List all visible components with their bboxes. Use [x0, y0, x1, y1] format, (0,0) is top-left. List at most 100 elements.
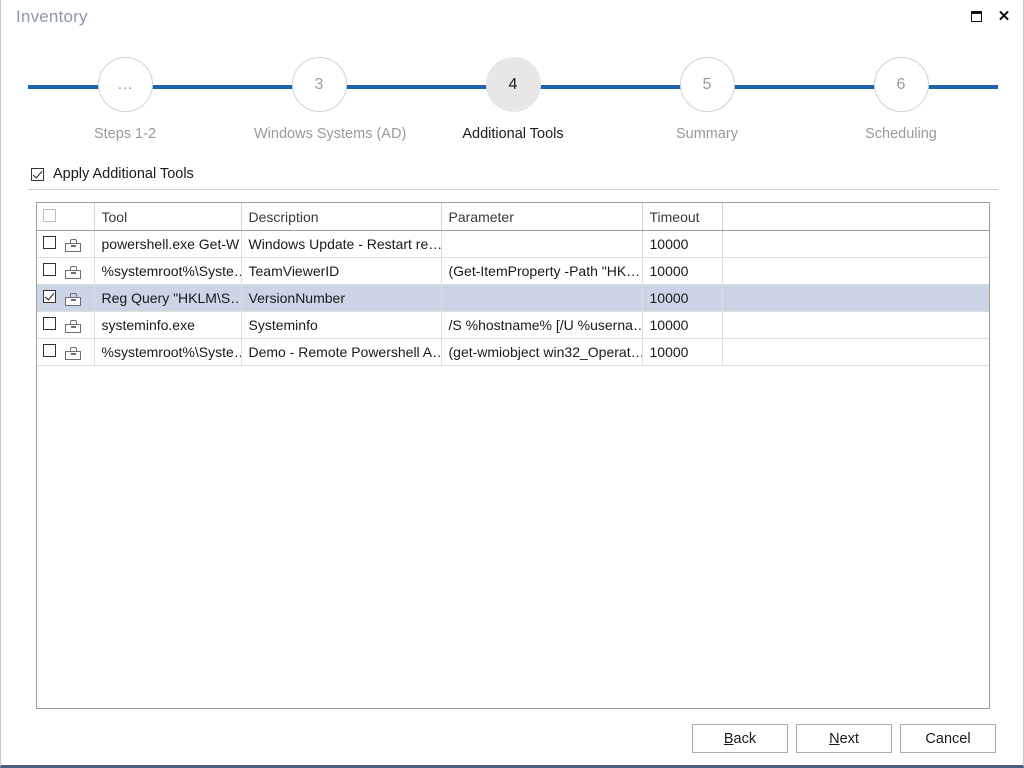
stepper-step-circle-2: 3 [291, 57, 347, 112]
toolbox-icon [63, 230, 95, 258]
apply-additional-tools-checkbox[interactable] [31, 167, 44, 181]
cell-tool: systeminfo.exe [94, 311, 242, 339]
accelerator-char: B [723, 730, 734, 747]
stepper-step-3[interactable]: 4 Additional Tools [448, 57, 578, 142]
cell-parameter [441, 230, 643, 258]
cell-filler [722, 338, 989, 366]
toolbox-glyph [65, 346, 81, 360]
cell-description: Demo - Remote Powershell A… [241, 338, 442, 366]
stepper-step-circle-4: 5 [679, 57, 735, 112]
apply-additional-tools-row[interactable]: Apply Additional Tools [31, 165, 194, 183]
cell-tool: Reg Query "HKLM\S… [94, 284, 242, 312]
toolbox-body [65, 350, 81, 360]
cell-filler [722, 311, 989, 339]
tools-grid-body: powershell.exe Get-W… Windows Update - Re… [37, 230, 989, 366]
tools-grid-header: Tool Description Parameter Timeout [37, 203, 989, 231]
stepper-step-label-3: Additional Tools [462, 126, 564, 142]
table-row[interactable]: Reg Query "HKLM\S… VersionNumber 10000 [37, 284, 989, 312]
toolbox-body [65, 242, 81, 252]
cell-parameter: (Get-ItemProperty -Path "HK… [441, 257, 643, 285]
column-header-parameter[interactable]: Parameter [441, 203, 643, 231]
row-checkbox[interactable] [43, 263, 56, 276]
column-header-filler [722, 203, 989, 231]
toolbox-glyph [65, 319, 81, 333]
cell-tool: powershell.exe Get-W… [94, 230, 242, 258]
column-header-tool[interactable]: Tool [94, 203, 242, 231]
stepper-step-4[interactable]: 5 Summary [642, 57, 772, 142]
cell-timeout: 10000 [642, 338, 723, 366]
toolbox-glyph [65, 292, 81, 306]
back-button[interactable]: Back [692, 724, 788, 753]
table-row[interactable]: %systemroot%\Syste… Demo - Remote Powersh… [37, 338, 989, 366]
maximize-icon[interactable] [965, 5, 987, 27]
row-select-cell[interactable] [37, 311, 63, 339]
cell-filler [722, 257, 989, 285]
stepper-step-2[interactable]: 3 Windows Systems (AD) [254, 57, 407, 142]
row-select-cell[interactable] [37, 284, 63, 312]
accelerator-char: N [829, 730, 840, 747]
cell-tool: %systemroot%\Syste… [94, 338, 242, 366]
additional-tools-table: Tool Description Parameter Timeout power… [36, 202, 990, 709]
cancel-button[interactable]: Cancel [900, 724, 996, 753]
select-all-checkbox[interactable] [43, 208, 56, 222]
stepper-step-label-4: Summary [675, 126, 739, 142]
cell-timeout: 10000 [642, 257, 723, 285]
table-row[interactable]: %systemroot%\Syste… TeamViewerID (Get-Item… [37, 257, 989, 285]
cell-tool: %systemroot%\Syste… [94, 257, 242, 285]
cell-parameter: (get-wmiobject win32_Operat… [441, 338, 643, 366]
cell-description: TeamViewerID [241, 257, 442, 285]
apply-additional-tools-label: Apply Additional Tools [53, 166, 194, 182]
toolbox-glyph [65, 265, 81, 279]
row-select-cell[interactable] [37, 230, 63, 258]
cell-filler [722, 230, 989, 258]
row-checkbox[interactable] [43, 236, 56, 249]
stepper-step-label-2: Windows Systems (AD) [254, 126, 407, 142]
stepper-step-label-1: Steps 1-2 [93, 126, 157, 142]
inventory-wizard-window: Inventory ✕ … Steps 1-2 3 Windows Systems (… [0, 0, 1024, 768]
toolbox-body [65, 269, 81, 279]
toolbox-glyph [65, 238, 81, 252]
toolbox-icon [63, 284, 95, 312]
cell-parameter: /S %hostname% [/U %userna… [441, 311, 643, 339]
stepper-step-5[interactable]: 6 Scheduling [836, 57, 966, 142]
stepper-step-label-5: Scheduling [865, 126, 937, 142]
tools-grid: Tool Description Parameter Timeout power… [37, 203, 989, 366]
cell-description: Systeminfo [241, 311, 442, 339]
table-row[interactable]: powershell.exe Get-W… Windows Update - Re… [37, 230, 989, 258]
row-checkbox[interactable] [43, 344, 56, 357]
section-divider [28, 189, 998, 190]
cell-timeout: 10000 [642, 311, 723, 339]
cell-timeout: 10000 [642, 284, 723, 312]
dialog-footer: Back Next Cancel [1, 724, 1023, 756]
stepper-step-circle-3: 4 [485, 57, 541, 112]
stepper-step-circle-5: 6 [873, 57, 929, 112]
cell-parameter [441, 284, 643, 312]
toolbox-icon [63, 257, 95, 285]
table-row[interactable]: systeminfo.exe Systeminfo/S %hostname% [/… [37, 311, 989, 339]
wizard-stepper: … Steps 1-2 3 Windows Systems (AD) 4 Addition… [28, 57, 998, 147]
row-select-cell[interactable] [37, 257, 63, 285]
column-header-description[interactable]: Description [241, 203, 442, 231]
stepper-step-circle-1: … [97, 57, 153, 112]
row-checkbox[interactable] [43, 317, 56, 330]
maximize-glyph [970, 10, 982, 22]
header-select-all-cell[interactable] [37, 203, 63, 231]
next-button[interactable]: Next [796, 724, 892, 753]
row-select-cell[interactable] [37, 338, 63, 366]
header-row: Tool Description Parameter Timeout [37, 203, 989, 231]
close-icon[interactable]: ✕ [993, 5, 1015, 27]
cell-description: Windows Update - Restart re… [241, 230, 442, 258]
toolbox-icon [63, 338, 95, 366]
window-title: Inventory [16, 7, 88, 26]
cell-filler [722, 284, 989, 312]
header-icon-cell [63, 203, 95, 231]
column-header-timeout[interactable]: Timeout [642, 203, 723, 231]
stepper-step-1[interactable]: … Steps 1-2 [60, 57, 190, 142]
close-glyph: ✕ [997, 7, 1011, 25]
row-checkbox[interactable] [43, 290, 56, 303]
toolbox-body [65, 323, 81, 333]
toolbox-icon [63, 311, 95, 339]
title-bar: Inventory ✕ [1, 1, 1023, 35]
toolbox-body [65, 296, 81, 306]
cell-timeout: 10000 [642, 230, 723, 258]
